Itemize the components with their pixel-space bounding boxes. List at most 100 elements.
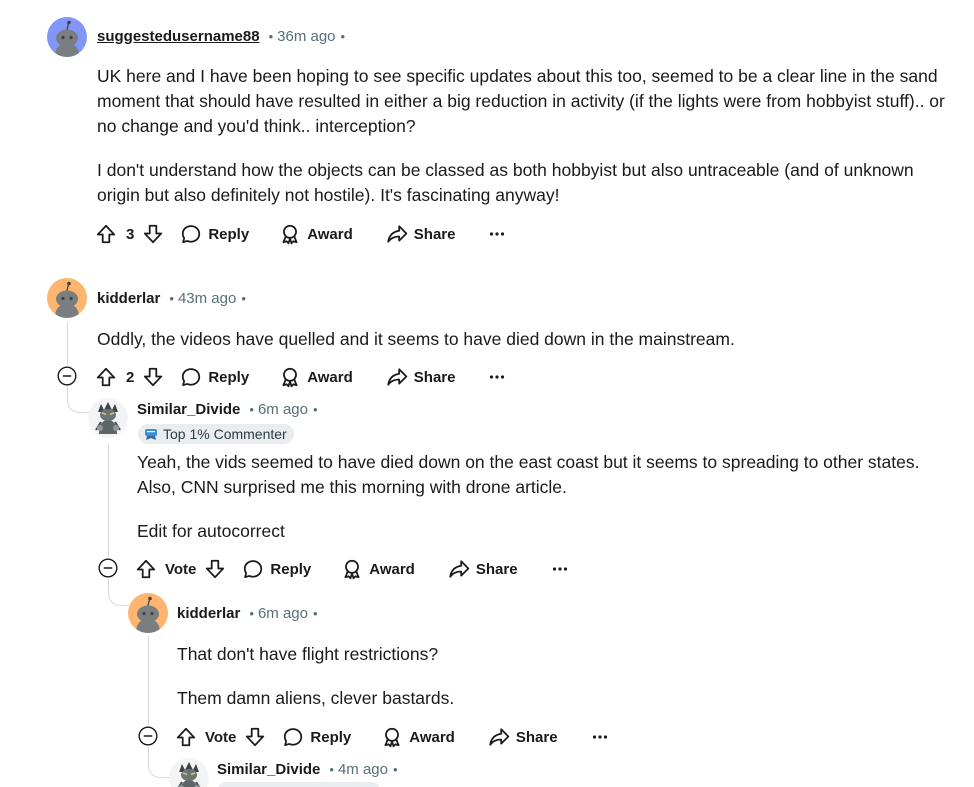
share-icon xyxy=(448,558,470,580)
comment-paragraph: Yeah, the vids seemed to have died down … xyxy=(137,452,920,497)
comment-body: UK here and I have been hoping to see sp… xyxy=(97,64,947,208)
comment-meta: kidderlar • 43m ago • xyxy=(97,288,246,308)
separator-dot: • xyxy=(340,28,346,44)
comment-paragraph: Them damn aliens, clever bastards. xyxy=(177,688,455,708)
reply-button[interactable]: Reply xyxy=(180,223,249,245)
collapse-thread-icon[interactable] xyxy=(57,366,77,386)
comment-body: Yeah, the vids seemed to have died down … xyxy=(137,450,937,544)
more-icon xyxy=(487,224,507,244)
separator-dot: • xyxy=(249,605,254,621)
reply-button[interactable]: Reply xyxy=(180,366,249,388)
share-label: Share xyxy=(413,225,456,243)
comment-meta: suggestedusername88 • 36m ago • xyxy=(97,26,345,46)
vote-label: Vote xyxy=(165,560,197,578)
avatar[interactable] xyxy=(128,593,168,633)
share-button[interactable]: Share xyxy=(488,726,558,748)
reply-button[interactable]: Reply xyxy=(282,726,351,748)
comment-body: Oddly, the videos have quelled and it se… xyxy=(97,327,947,352)
avatar[interactable] xyxy=(88,398,128,438)
award-icon xyxy=(381,726,403,748)
vote-count: 3 xyxy=(126,225,135,243)
upvote-button[interactable] xyxy=(175,726,197,748)
comment-actions: Vote Reply Award Share xyxy=(135,553,570,585)
comment-paragraph: That don't have flight restrictions? xyxy=(177,644,439,664)
comment-thread: suggestedusername88 • 36m ago • UK here … xyxy=(0,0,974,787)
award-label: Award xyxy=(307,368,353,386)
collapse-thread-icon[interactable] xyxy=(138,726,158,746)
award-button[interactable]: Award xyxy=(381,726,455,748)
reply-icon xyxy=(242,558,264,580)
reply-label: Reply xyxy=(208,225,250,243)
reply-icon xyxy=(180,366,202,388)
username[interactable]: Similar_Divide xyxy=(217,761,320,778)
comment-paragraph: I don't understand how the objects can b… xyxy=(97,160,914,205)
upvote-button[interactable] xyxy=(95,223,117,245)
thread-line[interactable] xyxy=(108,444,109,557)
comment-paragraph: Edit for autocorrect xyxy=(137,521,285,541)
comment-actions: 3 Reply Award Share xyxy=(95,218,507,250)
reply-label: Reply xyxy=(270,560,312,578)
reply-icon xyxy=(180,223,202,245)
share-button[interactable]: Share xyxy=(386,223,456,245)
timestamp[interactable]: 43m ago xyxy=(178,290,236,307)
reply-button[interactable]: Reply xyxy=(242,558,311,580)
more-icon xyxy=(550,559,570,579)
share-button[interactable]: Share xyxy=(386,366,456,388)
upvote-icon xyxy=(95,366,117,388)
separator-dot: • xyxy=(268,28,274,44)
award-icon xyxy=(279,366,301,388)
downvote-icon xyxy=(244,726,266,748)
award-button[interactable]: Award xyxy=(279,366,353,388)
more-options-button[interactable] xyxy=(590,727,610,747)
collapse-thread-icon[interactable] xyxy=(98,558,118,578)
more-options-button[interactable] xyxy=(550,559,570,579)
share-icon xyxy=(488,726,510,748)
separator-dot: • xyxy=(329,761,334,777)
separator-dot: • xyxy=(393,761,398,777)
award-button[interactable]: Award xyxy=(279,223,353,245)
award-icon xyxy=(341,558,363,580)
separator-dot: • xyxy=(312,605,318,621)
share-label: Share xyxy=(515,728,558,746)
more-options-button[interactable] xyxy=(487,224,507,244)
thread-connector xyxy=(67,386,90,413)
avatar[interactable] xyxy=(47,278,87,318)
username[interactable]: kidderlar xyxy=(177,605,240,622)
timestamp[interactable]: 6m ago xyxy=(258,401,308,418)
award-button[interactable]: Award xyxy=(341,558,415,580)
downvote-button[interactable] xyxy=(244,726,266,748)
snoo-orange-icon xyxy=(128,593,168,633)
award-label: Award xyxy=(369,560,415,578)
more-icon xyxy=(487,367,507,387)
username[interactable]: Similar_Divide xyxy=(137,401,240,418)
downvote-icon xyxy=(142,223,164,245)
comment-actions: Vote Reply Award Share xyxy=(175,721,610,753)
user-flair: Top 1% Commenter xyxy=(138,424,294,444)
custom-avatar-icon xyxy=(88,398,128,438)
username[interactable]: kidderlar xyxy=(97,290,160,307)
more-options-button[interactable] xyxy=(487,367,507,387)
downvote-icon xyxy=(204,558,226,580)
avatar[interactable] xyxy=(169,758,209,787)
avatar[interactable] xyxy=(47,17,87,57)
comment-body: That don't have flight restrictions? The… xyxy=(177,642,937,711)
thread-line[interactable] xyxy=(148,636,149,725)
downvote-button[interactable] xyxy=(204,558,226,580)
thread-line[interactable] xyxy=(67,322,68,365)
reply-label: Reply xyxy=(208,368,250,386)
upvote-button[interactable] xyxy=(135,558,157,580)
downvote-button[interactable] xyxy=(142,366,164,388)
downvote-icon xyxy=(142,366,164,388)
upvote-icon xyxy=(135,558,157,580)
username[interactable]: suggestedusername88 xyxy=(97,28,260,45)
separator-dot: • xyxy=(241,290,246,306)
share-label: Share xyxy=(413,368,456,386)
separator-dot: • xyxy=(313,401,318,417)
timestamp[interactable]: 4m ago xyxy=(338,761,388,778)
share-button[interactable]: Share xyxy=(448,558,518,580)
downvote-button[interactable] xyxy=(142,223,164,245)
share-icon xyxy=(386,366,408,388)
upvote-button[interactable] xyxy=(95,366,117,388)
timestamp[interactable]: 6m ago xyxy=(258,605,308,622)
timestamp[interactable]: 36m ago xyxy=(277,28,335,45)
